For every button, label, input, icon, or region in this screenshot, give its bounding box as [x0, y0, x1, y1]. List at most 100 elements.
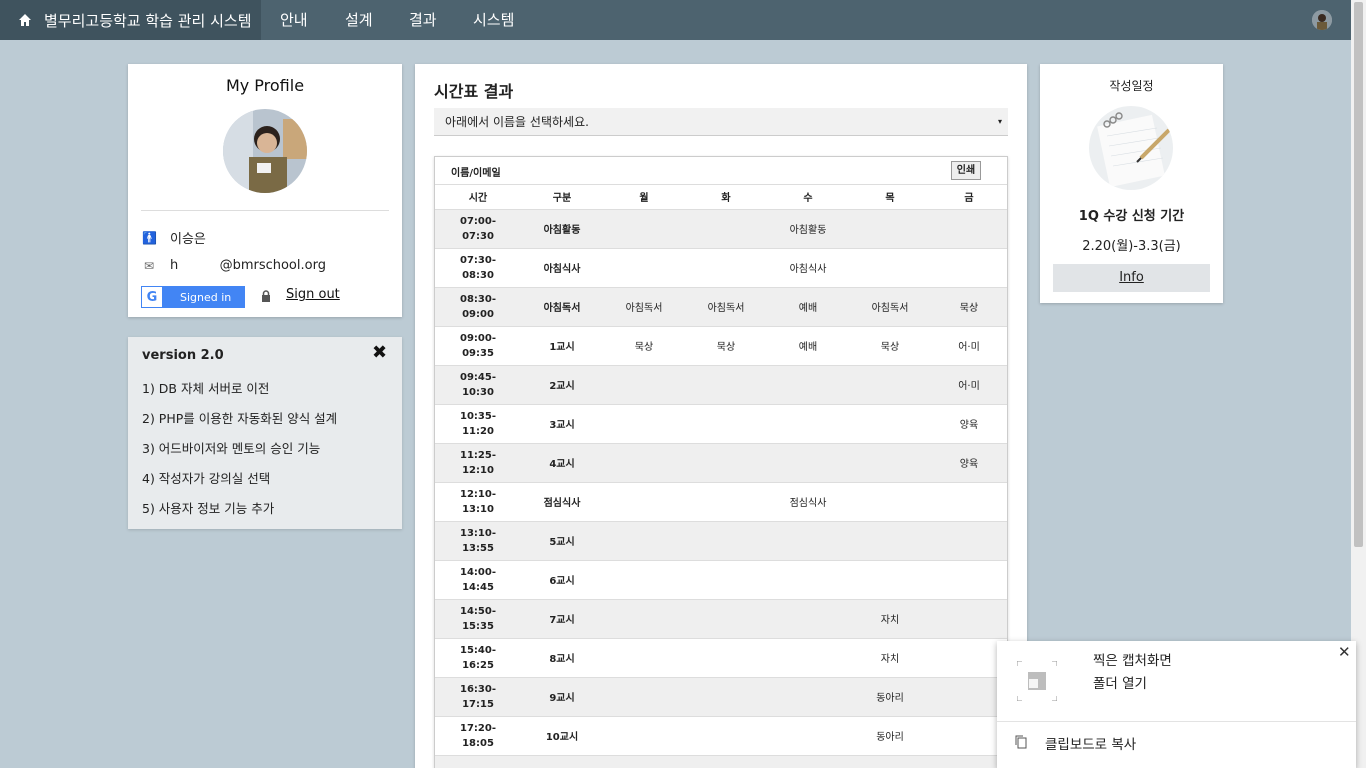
brand-link[interactable]: 별무리고등학교 학습 관리 시스템	[0, 0, 261, 40]
time-text: 17:20-	[460, 722, 496, 734]
period-cell: 2교시	[521, 365, 603, 405]
schedule-cell	[849, 560, 931, 600]
schedule-cell	[931, 248, 1007, 288]
copy-to-clipboard-button[interactable]: 클립보드로 복사	[1045, 733, 1136, 753]
time-text: 14:45	[462, 581, 494, 593]
profile-email-row: ✉ h @bmrschool.org	[142, 258, 326, 273]
schedule-cell: 묵상	[849, 326, 931, 366]
column-header: 화	[685, 185, 767, 210]
nav-user-avatar[interactable]	[1312, 10, 1332, 30]
nav-item-design[interactable]: 설계	[345, 0, 373, 40]
schedule-cell	[603, 638, 685, 678]
user-icon: 🚹	[142, 230, 157, 245]
open-folder-link[interactable]: 폴더 열기	[1093, 672, 1147, 692]
timetable-header: 이름/이메일 인쇄	[435, 157, 1007, 185]
schedule-cell	[849, 482, 931, 522]
screenshot-thumbnail-icon[interactable]	[1017, 661, 1057, 701]
table-row: 12:10- 13:10 점심식사 점심식사	[435, 482, 1007, 522]
schedule-cell	[603, 404, 685, 444]
schedule-cell	[603, 443, 685, 483]
profile-email: h @bmrschool.org	[170, 258, 326, 273]
profile-avatar	[223, 109, 307, 193]
version-item: 5) 사용자 정보 기능 추가	[142, 501, 275, 516]
schedule-cell	[685, 365, 767, 405]
time-cell: 14:50- 15:35	[435, 599, 521, 639]
schedule-cell	[603, 755, 685, 768]
schedule-cell	[767, 677, 849, 717]
google-signin-button[interactable]: G Signed in	[141, 286, 245, 308]
time-cell: 18:05-	[435, 755, 521, 768]
schedule-cell	[685, 599, 767, 639]
time-text: 13:10-	[460, 527, 496, 539]
time-cell: 09:45- 10:30	[435, 365, 521, 405]
notification-title[interactable]: 찍은 캡처화면	[1093, 649, 1172, 669]
time-cell: 14:00- 14:45	[435, 560, 521, 600]
envelope-icon: ✉	[143, 258, 155, 273]
nav-item-system[interactable]: 시스템	[473, 0, 514, 40]
period-cell: 6교시	[521, 560, 603, 600]
schedule-cell	[849, 209, 931, 249]
time-text: 10:35-	[460, 410, 496, 422]
time-text: 13:10	[462, 503, 494, 515]
schedule-cell	[685, 716, 767, 756]
time-text: 07:30-	[460, 254, 496, 266]
table-row: 17:20- 18:05 10교시 동아리	[435, 716, 1007, 756]
schedule-cell	[931, 209, 1007, 249]
profile-name: 이승은	[170, 232, 206, 247]
schedule-cell	[849, 248, 931, 288]
info-button[interactable]: Info	[1053, 264, 1210, 292]
schedule-cell	[849, 443, 931, 483]
period-cell: 7교시	[521, 599, 603, 639]
period-cell: 1교시	[521, 326, 603, 366]
sign-out-link[interactable]: Sign out	[286, 287, 340, 302]
name-select[interactable]: 아래에서 이름을 선택하세요. ▾	[434, 108, 1008, 136]
schedule-cell	[767, 521, 849, 561]
schedule-card: 작성일정 1Q 수강 신청 기간 2.20(월)-3.3(금) Info	[1040, 64, 1223, 303]
schedule-cell: 아침식사	[767, 248, 849, 288]
time-text: 09:45-	[460, 371, 496, 383]
capture-notification: 찍은 캡처화면 폴더 열기 ✕ 클립보드로 복사	[997, 641, 1356, 768]
period-cell: 4교시	[521, 443, 603, 483]
schedule-cell	[603, 521, 685, 561]
schedule-cell: 동아리	[849, 716, 931, 756]
schedule-cell	[767, 560, 849, 600]
scrollbar-thumb[interactable]	[1354, 2, 1363, 547]
table-row: 07:00- 07:30 아침활동 아침활동	[435, 209, 1007, 249]
time-cell: 08:30- 09:00	[435, 287, 521, 327]
time-cell: 07:30- 08:30	[435, 248, 521, 288]
nav-item-results[interactable]: 결과	[409, 0, 437, 40]
schedule-cell: 아침독서	[849, 287, 931, 327]
close-icon[interactable]: ✕	[1338, 643, 1351, 661]
schedule-cell	[603, 365, 685, 405]
schedule-cell	[685, 677, 767, 717]
close-icon[interactable]: ✖	[372, 342, 387, 363]
name-email-label: 이름/이메일	[451, 168, 501, 179]
time-text: 12:10-	[460, 488, 496, 500]
schedule-cell: 양육	[931, 443, 1007, 483]
schedule-dates: 2.20(월)-3.3(금)	[1082, 239, 1181, 254]
table-row: 14:00- 14:45 6교시	[435, 560, 1007, 600]
schedule-cell	[931, 755, 1007, 768]
nav-item-guide[interactable]: 안내	[280, 0, 308, 40]
print-button[interactable]: 인쇄	[951, 161, 981, 180]
schedule-cell	[767, 365, 849, 405]
schedule-label: 작성일정	[1109, 79, 1154, 93]
time-text: 16:25	[462, 659, 494, 671]
google-signin-label: Signed in	[180, 290, 232, 304]
schedule-cell	[767, 638, 849, 678]
table-row: 09:00- 09:35 1교시 묵상 묵상 예배 묵상 어·미	[435, 326, 1007, 366]
time-cell: 13:10- 13:55	[435, 521, 521, 561]
schedule-cell: 묵상	[603, 326, 685, 366]
schedule-cell: 아침독서	[603, 287, 685, 327]
schedule-cell	[685, 755, 767, 768]
time-cell: 16:30- 17:15	[435, 677, 521, 717]
time-text: 15:35	[462, 620, 494, 632]
table-row: 08:30- 09:00 아침독서 아침독서 아침독서 예배 아침독서 묵상	[435, 287, 1007, 327]
schedule-cell	[685, 404, 767, 444]
schedule-cell	[767, 443, 849, 483]
time-text: 08:30-	[460, 293, 496, 305]
version-item: 2) PHP를 이용한 자동화된 양식 설계	[142, 411, 338, 426]
schedule-cell	[685, 248, 767, 288]
timetable-card: 시간표 결과 아래에서 이름을 선택하세요. ▾ 이름/이메일 인쇄 시간 구분…	[415, 64, 1027, 768]
table-row: 18:05-	[435, 755, 1007, 768]
